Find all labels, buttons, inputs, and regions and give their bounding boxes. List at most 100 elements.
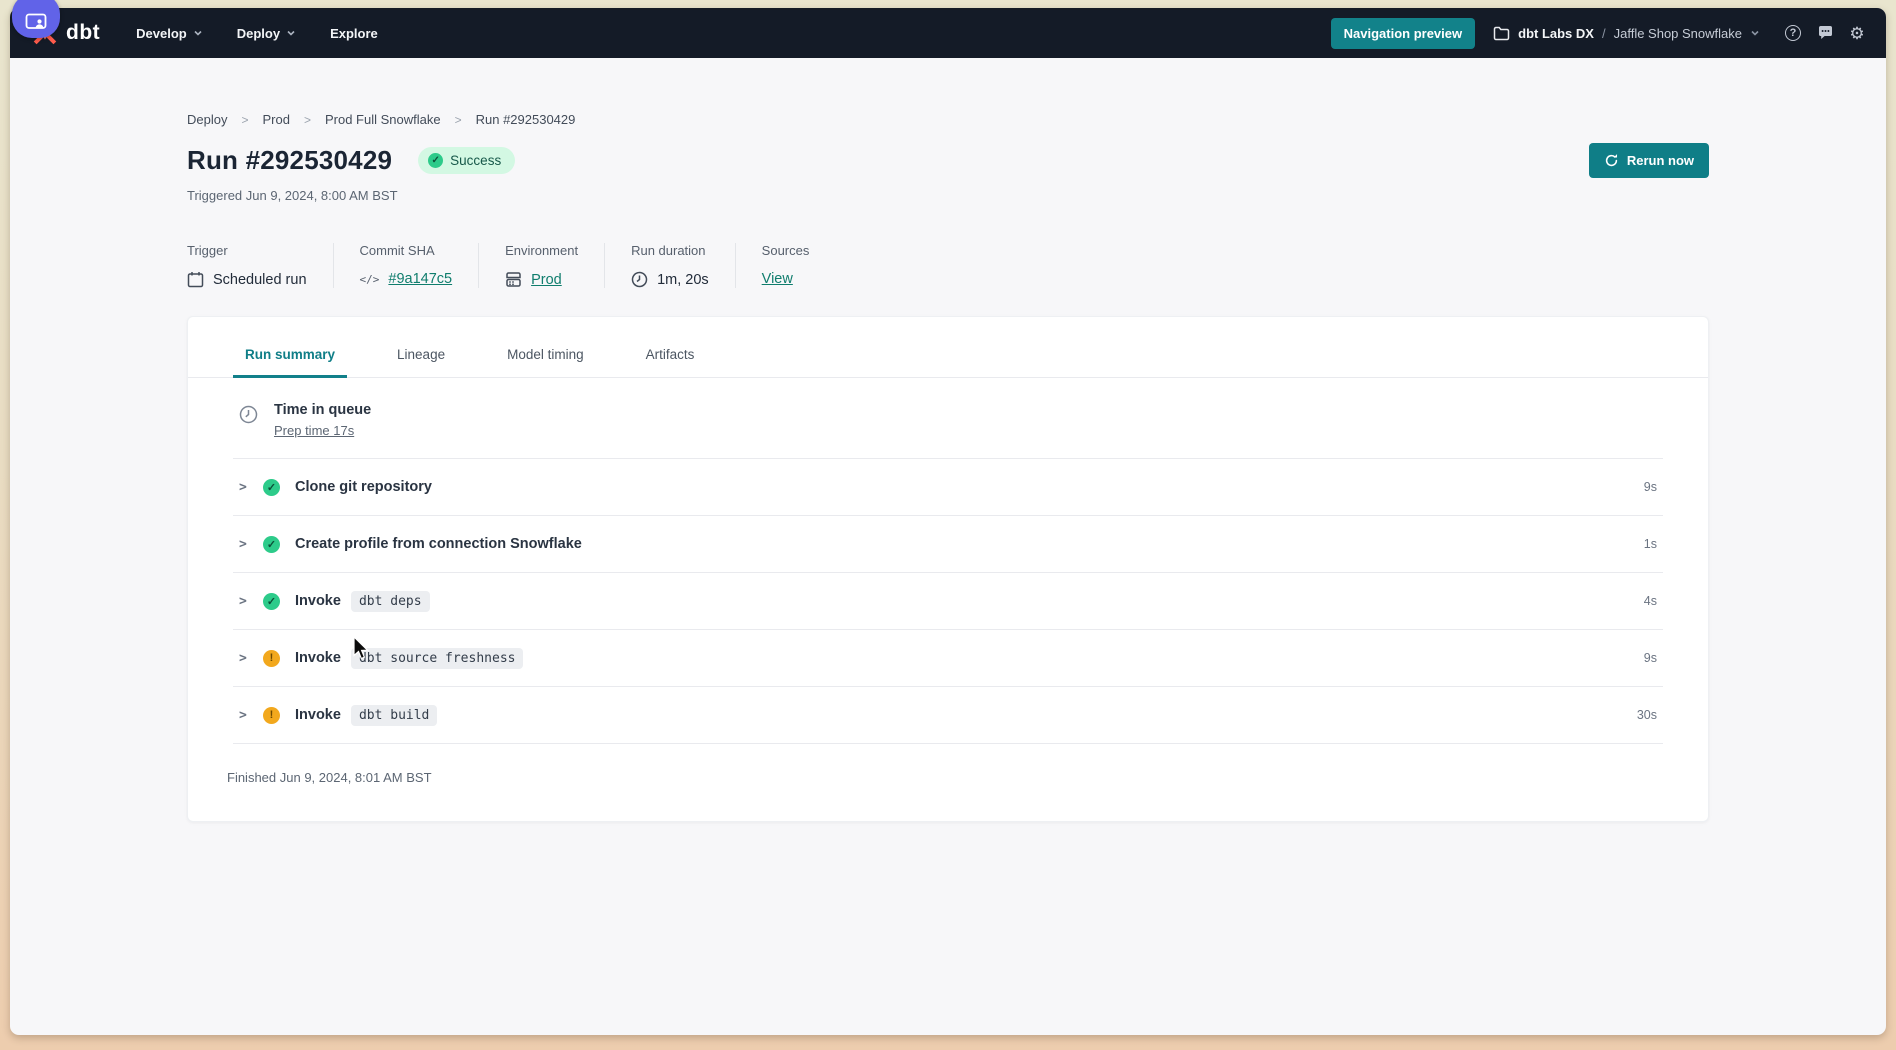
time-in-queue-title: Time in queue bbox=[274, 402, 371, 418]
account-project-switcher[interactable]: dbt Labs DX / Jaffle Shop Snowflake bbox=[1493, 26, 1760, 41]
breadcrumb-deploy[interactable]: Deploy bbox=[187, 112, 227, 127]
run-duration-value: 1m, 20s bbox=[657, 272, 709, 288]
trigger-value: Scheduled run bbox=[213, 272, 307, 288]
run-detail-page: Deploy > Prod > Prod Full Snowflake > Ru… bbox=[10, 58, 1886, 1035]
step-label: Create profile from connection Snowflake bbox=[295, 536, 582, 552]
prep-time-link[interactable]: Prep time 17s bbox=[274, 423, 354, 438]
commit-sha-link[interactable]: #9a147c5 bbox=[388, 271, 452, 287]
step-status-icon bbox=[263, 707, 280, 724]
status-badge-label: Success bbox=[450, 153, 501, 168]
breadcrumb-prod[interactable]: Prod bbox=[262, 112, 289, 127]
sources-view-link[interactable]: View bbox=[762, 271, 793, 287]
step-command-code: dbt source freshness bbox=[351, 648, 524, 669]
account-name: dbt Labs DX bbox=[1518, 26, 1594, 41]
breadcrumb-job[interactable]: Prod Full Snowflake bbox=[325, 112, 441, 127]
step-duration: 4s bbox=[1644, 594, 1657, 608]
page-title: Run #292530429 bbox=[187, 145, 392, 176]
step-label: Invoke bbox=[295, 593, 341, 609]
step-duration: 30s bbox=[1637, 708, 1657, 722]
screen-share-icon bbox=[25, 13, 47, 31]
environment-link[interactable]: Prod bbox=[531, 272, 562, 288]
meta-environment: Environment Prod bbox=[479, 243, 605, 288]
expand-chevron-icon[interactable]: > bbox=[239, 651, 253, 666]
expand-chevron-icon[interactable]: > bbox=[239, 708, 253, 723]
meta-commit-sha: Commit SHA </> #9a147c5 bbox=[334, 243, 480, 288]
meta-label: Commit SHA bbox=[360, 243, 453, 258]
nav-menu-explore-label: Explore bbox=[330, 26, 378, 41]
code-icon: </> bbox=[360, 273, 380, 286]
triggered-timestamp: Triggered Jun 9, 2024, 8:00 AM BST bbox=[187, 188, 1709, 203]
screen-share-badge bbox=[12, 0, 60, 38]
expand-chevron-icon[interactable]: > bbox=[239, 480, 253, 495]
nav-menus: Develop Deploy Explore bbox=[136, 26, 378, 41]
rerun-now-label: Rerun now bbox=[1627, 153, 1694, 168]
navigation-preview-button[interactable]: Navigation preview bbox=[1331, 18, 1475, 49]
top-nav: dbt Develop Deploy Explore Navigation pr… bbox=[10, 8, 1886, 58]
success-check-icon bbox=[428, 153, 443, 168]
scope-separator: / bbox=[1602, 26, 1606, 41]
folder-icon bbox=[1493, 26, 1510, 41]
queue-clock-icon bbox=[239, 405, 258, 424]
step-command-code: dbt deps bbox=[351, 591, 430, 612]
nav-menu-develop[interactable]: Develop bbox=[136, 26, 203, 41]
breadcrumb-separator: > bbox=[304, 113, 311, 127]
step-status-icon bbox=[263, 650, 280, 667]
step-row[interactable]: > Create profile from connection Snowfla… bbox=[233, 516, 1663, 573]
step-command-code: dbt build bbox=[351, 705, 437, 726]
step-label: Clone git repository bbox=[295, 479, 432, 495]
step-row[interactable]: > Invoke dbt build 30s bbox=[233, 687, 1663, 744]
dbt-cloud-window: dbt Develop Deploy Explore Navigation pr… bbox=[10, 8, 1886, 1035]
step-row[interactable]: > Invoke dbt source freshness 9s bbox=[233, 630, 1663, 687]
step-status-icon bbox=[263, 479, 280, 496]
project-name: Jaffle Shop Snowflake bbox=[1614, 26, 1742, 41]
help-icon[interactable] bbox=[1784, 24, 1802, 42]
feedback-icon[interactable] bbox=[1816, 24, 1834, 42]
step-row[interactable]: > Clone git repository 9s bbox=[233, 459, 1663, 516]
expand-chevron-icon[interactable]: > bbox=[239, 594, 253, 609]
chevron-down-icon bbox=[193, 28, 203, 38]
refresh-icon bbox=[1604, 153, 1619, 168]
finished-timestamp: Finished Jun 9, 2024, 8:01 AM BST bbox=[188, 744, 1708, 811]
clock-icon bbox=[631, 271, 648, 288]
step-status-icon bbox=[263, 593, 280, 610]
status-badge: Success bbox=[418, 147, 515, 174]
meta-run-duration: Run duration 1m, 20s bbox=[605, 243, 736, 288]
step-duration: 1s bbox=[1644, 537, 1657, 551]
calendar-icon bbox=[187, 271, 204, 288]
step-label: Invoke bbox=[295, 707, 341, 723]
database-icon bbox=[505, 271, 522, 288]
run-metadata: Trigger Scheduled run Commit SHA bbox=[187, 243, 1709, 288]
chevron-down-icon bbox=[286, 28, 296, 38]
tab-artifacts[interactable]: Artifacts bbox=[634, 339, 707, 378]
meta-label: Trigger bbox=[187, 243, 307, 258]
step-duration: 9s bbox=[1644, 651, 1657, 665]
breadcrumb-separator: > bbox=[241, 113, 248, 127]
breadcrumb: Deploy > Prod > Prod Full Snowflake > Ru… bbox=[187, 58, 1709, 127]
step-status-icon bbox=[263, 536, 280, 553]
nav-menu-develop-label: Develop bbox=[136, 26, 187, 41]
run-summary-card: Run summary Lineage Model timing Artifac… bbox=[187, 316, 1709, 822]
desktop-frame: dbt Develop Deploy Explore Navigation pr… bbox=[0, 0, 1896, 1050]
tab-lineage[interactable]: Lineage bbox=[385, 339, 457, 378]
expand-chevron-icon[interactable]: > bbox=[239, 537, 253, 552]
step-row[interactable]: > Invoke dbt deps 4s bbox=[233, 573, 1663, 630]
meta-sources: Sources View bbox=[736, 243, 836, 288]
tab-run-summary[interactable]: Run summary bbox=[233, 339, 347, 378]
tab-bar: Run summary Lineage Model timing Artifac… bbox=[188, 317, 1708, 378]
step-duration: 9s bbox=[1644, 480, 1657, 494]
time-in-queue-row: Time in queue Prep time 17s bbox=[233, 378, 1663, 459]
meta-label: Run duration bbox=[631, 243, 709, 258]
settings-icon[interactable] bbox=[1848, 24, 1866, 42]
nav-menu-deploy[interactable]: Deploy bbox=[237, 26, 296, 41]
breadcrumb-run[interactable]: Run #292530429 bbox=[476, 112, 576, 127]
run-header: Run #292530429 Success Rerun now bbox=[187, 143, 1709, 178]
nav-menu-deploy-label: Deploy bbox=[237, 26, 280, 41]
step-label: Invoke bbox=[295, 650, 341, 666]
meta-trigger: Trigger Scheduled run bbox=[187, 243, 334, 288]
rerun-now-button[interactable]: Rerun now bbox=[1589, 143, 1709, 178]
nav-icon-group bbox=[1784, 24, 1866, 42]
meta-label: Environment bbox=[505, 243, 578, 258]
tab-model-timing[interactable]: Model timing bbox=[495, 339, 596, 378]
nav-right: Navigation preview dbt Labs DX / Jaffle … bbox=[1331, 18, 1866, 49]
nav-menu-explore[interactable]: Explore bbox=[330, 26, 378, 41]
